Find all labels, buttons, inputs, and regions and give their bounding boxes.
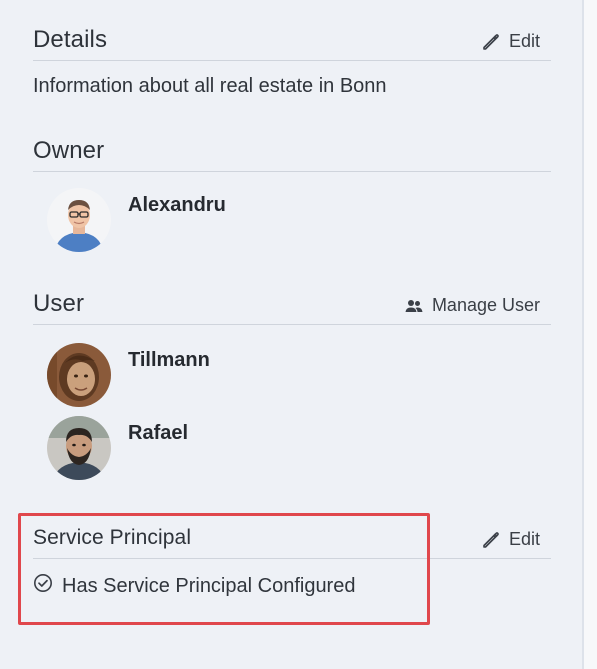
- details-header: Details Edit: [33, 26, 551, 61]
- manage-user-button[interactable]: Manage User: [404, 295, 540, 316]
- user-title: User: [33, 290, 85, 317]
- pencil-icon: [481, 530, 501, 550]
- details-title: Details: [33, 26, 108, 53]
- details-description: Information about all real estate in Bon…: [33, 75, 387, 97]
- details-edit-label: Edit: [508, 31, 540, 51]
- user-item-rafael[interactable]: Rafael: [47, 416, 447, 480]
- avatar: [47, 343, 111, 407]
- user-header: User Manage User: [33, 290, 551, 325]
- user-item-tillmann[interactable]: Tillmann: [47, 343, 447, 407]
- pencil-icon: [481, 32, 501, 52]
- owner-header: Owner: [33, 137, 551, 172]
- owner-title: Owner: [33, 137, 105, 164]
- details-edit-button[interactable]: Edit: [481, 31, 540, 52]
- service-principal-edit-label: Edit: [508, 529, 540, 549]
- people-icon: [404, 298, 424, 314]
- user-name-tillmann: Tillmann: [128, 349, 210, 371]
- owner-name: Alexandru: [128, 194, 226, 216]
- service-principal-edit-button[interactable]: Edit: [481, 529, 540, 550]
- user-name-rafael: Rafael: [128, 422, 189, 444]
- owner-item[interactable]: Alexandru: [47, 188, 447, 252]
- scroll-gutter[interactable]: [584, 0, 597, 669]
- avatar: [47, 416, 111, 480]
- details-panel: Details Edit Information about all real …: [0, 0, 582, 669]
- highlight-box: [18, 513, 430, 625]
- manage-user-label: Manage User: [431, 295, 540, 315]
- avatar: [47, 188, 111, 252]
